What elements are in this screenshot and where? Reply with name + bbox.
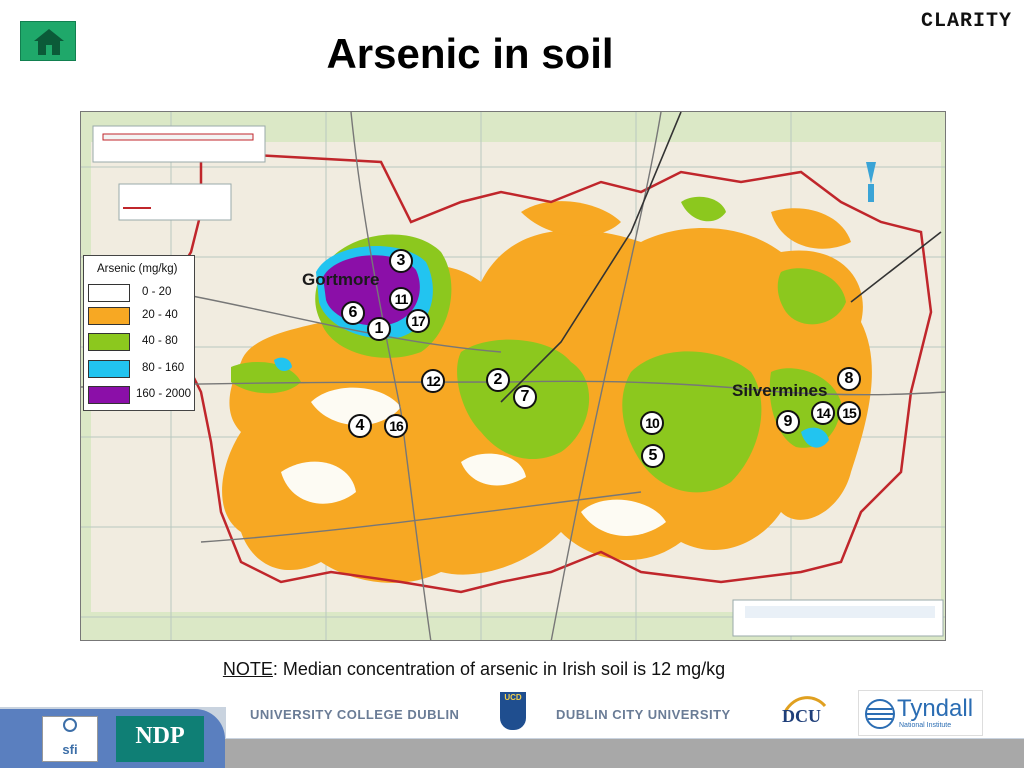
site-marker[interactable]: 6 <box>341 301 365 325</box>
site-marker[interactable]: 10 <box>640 411 664 435</box>
legend-label: 80 - 160 <box>142 362 185 374</box>
note-body: : Median concentration of arsenic in Iri… <box>272 659 726 679</box>
tyndall-globe-icon <box>865 699 895 729</box>
tyndall-label: Tyndall <box>897 695 974 722</box>
legend-row: 20 - 40 <box>88 307 194 327</box>
tyndall-logo: Tyndall National Institute <box>858 690 983 736</box>
legend-swatch <box>88 284 130 302</box>
site-marker[interactable]: 16 <box>384 414 408 438</box>
site-marker[interactable]: 15 <box>837 401 861 425</box>
page-title: Arsenic in soil <box>326 30 614 77</box>
sfi-label: sfi <box>62 742 78 757</box>
legend-row: 40 - 80 <box>88 333 194 353</box>
legend-row: 160 - 2000 <box>88 386 194 406</box>
legend-swatch <box>88 360 130 378</box>
site-marker[interactable]: 4 <box>348 414 372 438</box>
site-marker[interactable]: 1 <box>367 317 391 341</box>
place-label-silvermines: Silvermines <box>732 381 828 400</box>
ucd-crest-label: UCD <box>504 693 522 702</box>
place-label-gortmore: Gortmore <box>302 270 380 289</box>
legend-row: 80 - 160 <box>88 360 194 380</box>
site-marker[interactable]: 17 <box>406 309 430 333</box>
site-marker[interactable]: 7 <box>513 385 537 409</box>
note-text: NOTE: Median concentration of arsenic in… <box>0 659 948 680</box>
footer-gray-strip <box>225 739 1024 768</box>
site-marker[interactable]: 8 <box>837 367 861 391</box>
site-marker[interactable]: 11 <box>389 287 413 311</box>
legend-label: 40 - 80 <box>142 335 178 347</box>
ndp-logo: NDP <box>116 716 204 762</box>
sfi-logo: sfi <box>42 716 98 762</box>
map-graphic <box>81 112 945 640</box>
dcu-name: DUBLIN CITY UNIVERSITY <box>556 707 731 722</box>
dcu-logo: DCU <box>780 692 830 728</box>
legend-label: 0 - 20 <box>142 286 172 298</box>
map-legend: Arsenic (mg/kg) 0 - 20 20 - 40 40 - 80 8… <box>83 255 195 411</box>
legend-swatch <box>88 307 130 325</box>
site-marker[interactable]: 5 <box>641 444 665 468</box>
site-marker[interactable]: 2 <box>486 368 510 392</box>
ucd-name: UNIVERSITY COLLEGE DUBLIN <box>250 707 460 722</box>
note-label: NOTE <box>222 659 273 679</box>
site-marker[interactable]: 9 <box>776 410 800 434</box>
legend-row: 0 - 20 <box>88 284 194 304</box>
legend-title: Arsenic (mg/kg) <box>97 263 178 275</box>
arsenic-map <box>80 111 946 641</box>
site-marker[interactable]: 14 <box>811 401 835 425</box>
sfi-icon <box>63 718 77 732</box>
dcu-logo-label: DCU <box>782 706 821 726</box>
site-marker[interactable]: 3 <box>389 249 413 273</box>
ucd-crest-icon: UCD <box>500 692 526 730</box>
legend-swatch <box>88 386 130 404</box>
legend-label: 20 - 40 <box>142 309 178 321</box>
tyndall-sub-label: National Institute <box>899 722 952 729</box>
legend-label: 160 - 2000 <box>136 388 191 400</box>
legend-swatch <box>88 333 130 351</box>
site-marker[interactable]: 12 <box>421 369 445 393</box>
ndp-label: NDP <box>135 723 185 749</box>
